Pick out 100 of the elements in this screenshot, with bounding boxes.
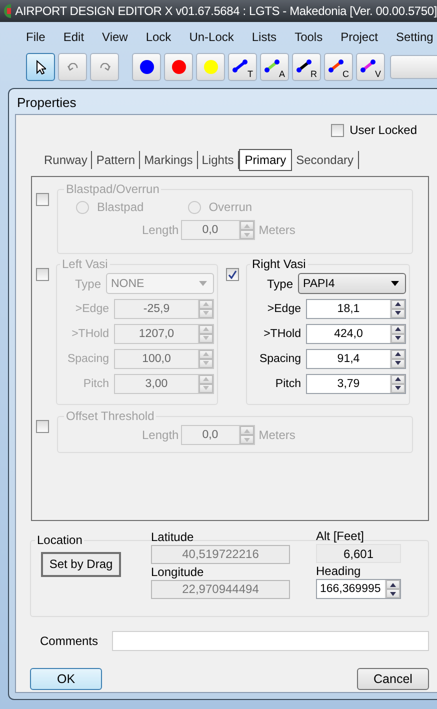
group-title: Location <box>36 533 84 547</box>
field-label: >Edge <box>75 302 109 314</box>
menu-item[interactable]: Lists <box>252 30 277 44</box>
field-label: >Edge <box>267 302 301 314</box>
unit-label: Meters <box>258 428 296 442</box>
field-label: Length <box>142 223 179 237</box>
tab[interactable]: Primary <box>238 149 292 171</box>
spin-buttons[interactable] <box>390 324 405 342</box>
number-field[interactable]: 1207,0 <box>114 324 214 344</box>
checkbox[interactable] <box>36 420 49 433</box>
marker-button[interactable] <box>132 53 161 81</box>
field-label: Longitude <box>151 564 205 578</box>
field-label: Pitch <box>83 378 109 390</box>
menu-item[interactable]: Edit <box>63 30 84 44</box>
menu-item[interactable]: Setting <box>396 30 434 44</box>
number-field[interactable]: 424,0 <box>306 324 406 344</box>
marker-button[interactable]: T <box>228 53 257 81</box>
radio-label: Overrun <box>208 200 252 214</box>
latitude-field: 40,519722216 <box>151 544 290 564</box>
menu-item[interactable]: Lock <box>146 30 172 44</box>
menu-item[interactable]: Tools <box>294 30 323 44</box>
tool-letter: R <box>310 69 317 79</box>
caret-icon <box>199 281 207 286</box>
line-icon <box>264 59 280 73</box>
menu-item[interactable]: Un-Lock <box>189 30 234 44</box>
tab[interactable]: Markings <box>140 151 198 169</box>
pointer-icon <box>36 60 46 74</box>
radio-button[interactable] <box>188 200 201 214</box>
dialog-title: Properties <box>16 94 78 112</box>
tool-letter: A <box>278 69 285 79</box>
group-title: Right Vasi <box>251 257 307 271</box>
group-title: Left Vasi <box>61 257 109 271</box>
set-by-drag-button[interactable]: Set by Drag <box>41 552 121 576</box>
number-field[interactable]: 100,0 <box>114 348 214 368</box>
checkbox-label: User Locked <box>350 123 417 137</box>
number-field[interactable]: -25,9 <box>114 298 214 318</box>
tool-letter: T <box>248 69 253 79</box>
line-icon <box>232 59 248 73</box>
spin-buttons[interactable] <box>390 350 405 368</box>
type-dropdown[interactable]: PAPI4 <box>298 273 406 294</box>
group-title: Offset Threshold <box>65 409 156 423</box>
app-icon <box>3 3 12 19</box>
field-label: Spacing <box>259 352 301 364</box>
menu-item[interactable]: File <box>26 30 46 44</box>
field-label: >THold <box>72 328 109 340</box>
line-icon <box>296 59 312 73</box>
unit-label: Meters <box>258 223 296 237</box>
tab[interactable]: Secondary <box>292 151 358 169</box>
field-label: Type <box>74 276 101 290</box>
number-field[interactable]: 18,1 <box>306 298 406 318</box>
marker-button[interactable] <box>196 53 225 81</box>
radio-button[interactable] <box>76 200 89 214</box>
field-label: Heading <box>316 564 362 578</box>
field-label: Comments <box>40 634 98 648</box>
marker-button[interactable]: C <box>324 53 353 81</box>
tab[interactable]: Runway <box>40 151 92 169</box>
check-icon <box>228 270 237 279</box>
field-label: Pitch <box>275 378 301 390</box>
field-label: >THold <box>264 328 301 340</box>
group-title: Blastpad/Overrun <box>65 182 160 196</box>
dialog-button[interactable]: OK <box>30 668 102 690</box>
line-icon <box>360 59 376 73</box>
undo-icon <box>66 62 78 72</box>
tool-button[interactable] <box>26 53 55 81</box>
tab[interactable]: Pattern <box>92 151 140 169</box>
dialog-button[interactable]: Cancel <box>357 668 429 690</box>
number-field[interactable]: 0,0 <box>180 425 255 445</box>
spin-buttons[interactable] <box>390 374 405 392</box>
spin-buttons[interactable] <box>390 300 405 318</box>
menu-item[interactable]: Project <box>340 30 378 44</box>
field-label: Alt [Feet] <box>316 529 366 543</box>
tool-letter: V <box>374 69 381 79</box>
spin-buttons[interactable] <box>385 580 400 598</box>
window-title: AIRPORT DESIGN EDITOR X v01.67.5684 : LGTS - Makedonia [Ver. 00.00.5750] <box>15 4 437 18</box>
caret-icon <box>391 281 399 286</box>
comments-field[interactable] <box>112 631 429 651</box>
longitude-field: 22,970944494 <box>151 580 290 598</box>
number-field[interactable]: 3,00 <box>114 374 214 394</box>
menu-item[interactable]: View <box>102 30 128 44</box>
marker-button[interactable]: R <box>292 53 321 81</box>
number-field[interactable]: 0,0 <box>180 220 255 240</box>
field-label: Type <box>266 276 293 290</box>
field-label: Length <box>142 428 179 442</box>
line-icon <box>328 59 344 73</box>
checkbox[interactable] <box>226 268 239 281</box>
redo-icon <box>98 62 110 72</box>
checkbox[interactable] <box>36 193 49 206</box>
number-field[interactable]: 91,4 <box>306 348 406 368</box>
tool-letter: C <box>342 69 349 79</box>
marker-button[interactable] <box>164 53 193 81</box>
number-field[interactable]: 166,369995 <box>316 579 401 599</box>
radio-label: Blastpad <box>97 200 144 214</box>
number-field[interactable]: 3,79 <box>306 374 406 394</box>
marker-button[interactable]: A <box>260 53 289 81</box>
field-label: Latitude <box>151 530 195 544</box>
altitude-field: 6,601 <box>316 544 401 563</box>
checkbox[interactable] <box>330 124 344 136</box>
field-label: Spacing <box>67 352 109 364</box>
marker-button[interactable]: V <box>356 53 385 81</box>
checkbox[interactable] <box>36 268 49 281</box>
